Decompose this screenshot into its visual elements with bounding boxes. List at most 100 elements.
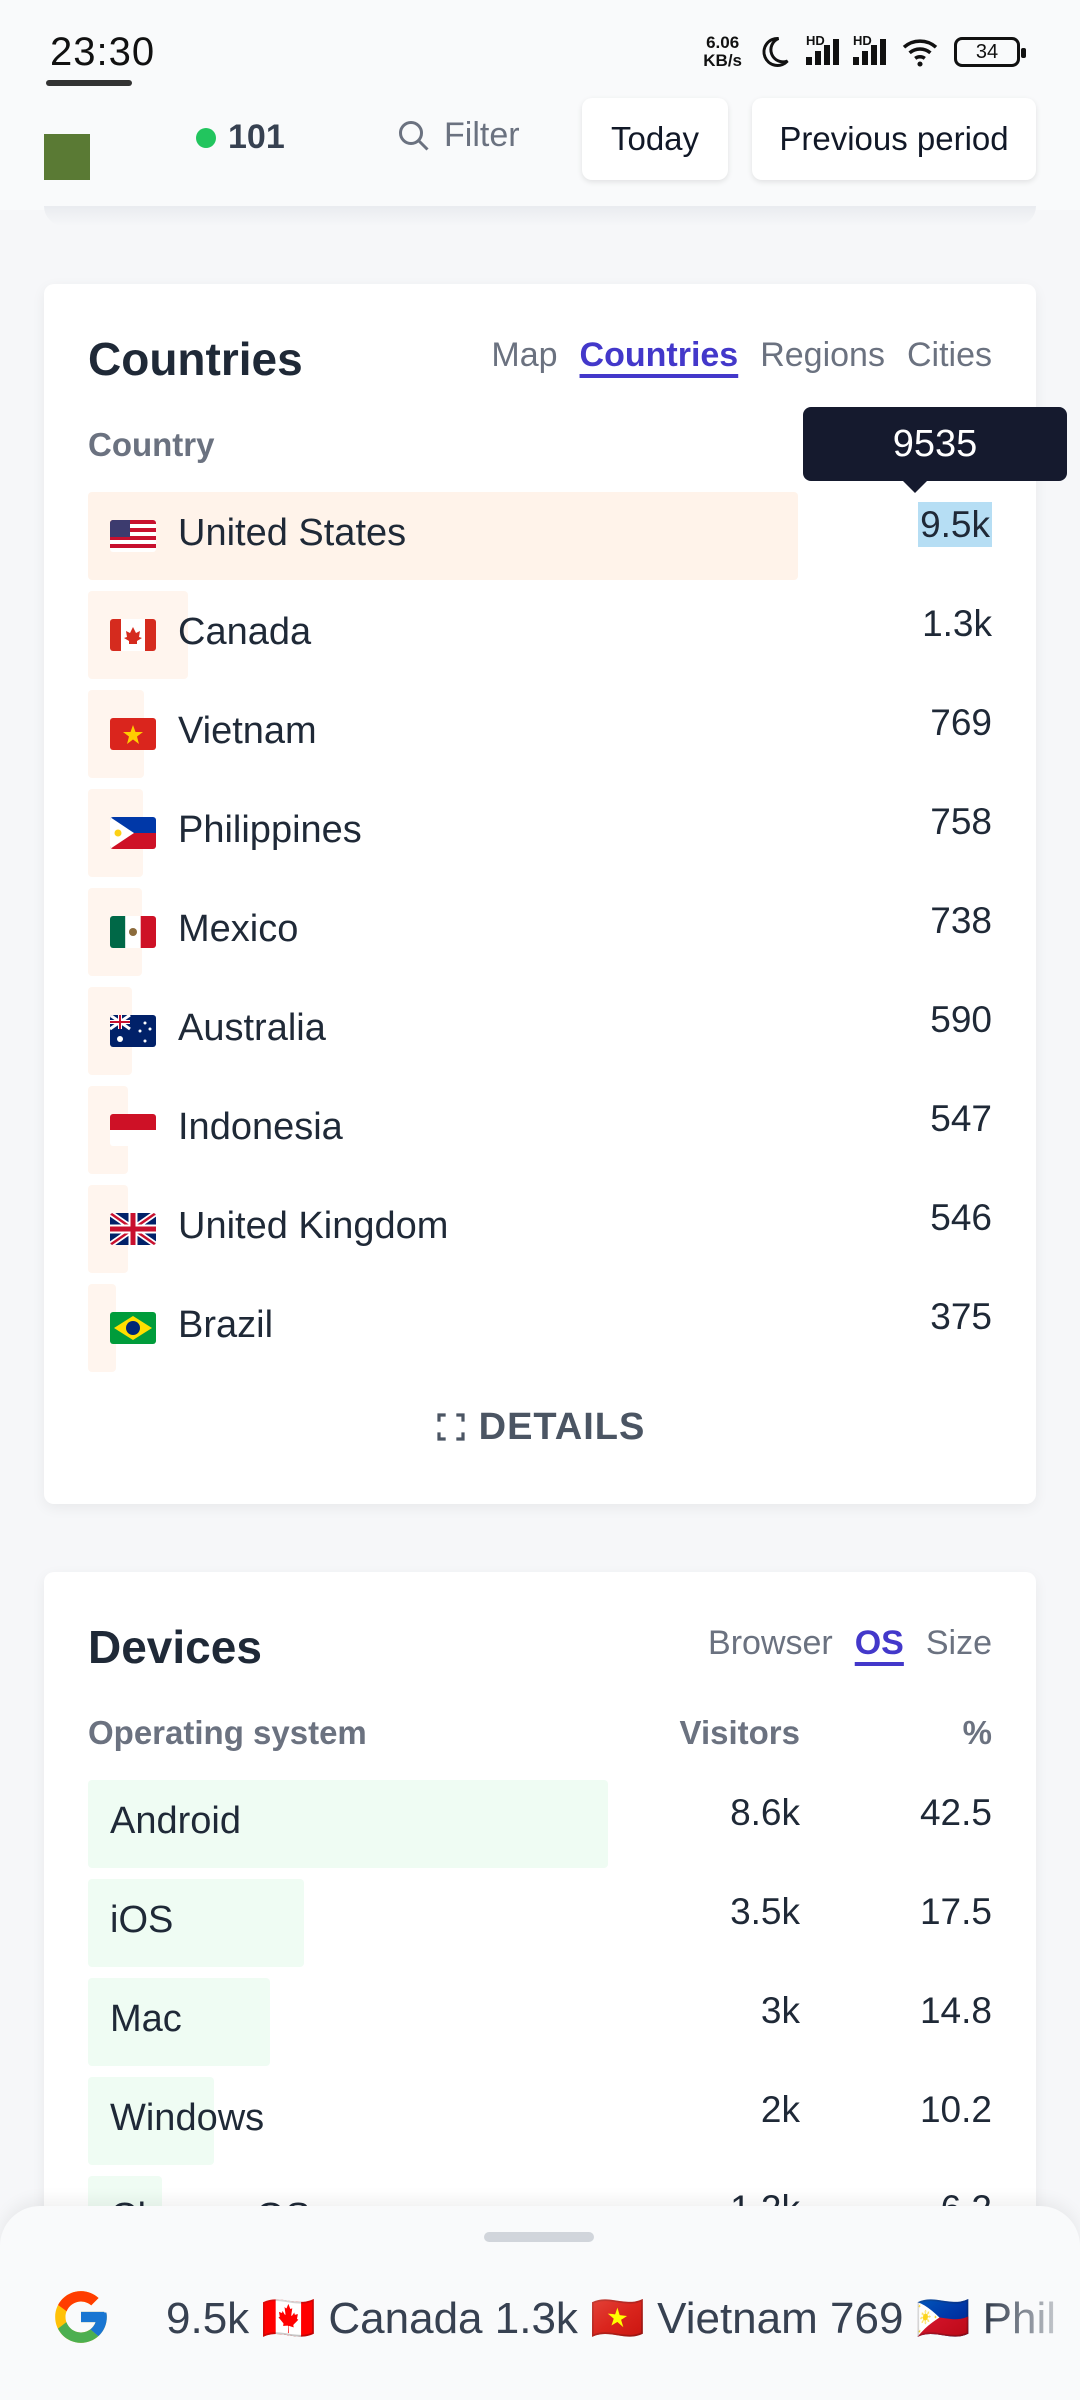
device-tabs: Browser OS Size [708, 1624, 992, 1663]
country-name: United States [178, 512, 407, 554]
moon-icon [762, 36, 789, 67]
table-row[interactable]: Brazil 375 [88, 1284, 992, 1374]
battery-icon: 34 [954, 37, 1026, 67]
site-logo[interactable] [44, 134, 90, 180]
filter-button[interactable]: Filter [396, 116, 520, 155]
date-range-button[interactable]: Today [582, 98, 728, 180]
signal-icon-2: HD [853, 33, 886, 65]
table-row[interactable]: United Kingdom 546 [88, 1185, 992, 1275]
country-column-header: Country [88, 426, 215, 463]
os-percent: 14.8 [919, 1990, 992, 2031]
os-visitors: 3k [760, 1990, 800, 2031]
country-name: Canada [178, 611, 312, 653]
wifi-icon [902, 39, 938, 67]
os-name: Mac [110, 1998, 182, 2040]
vn-flag-icon [110, 718, 156, 750]
visitors-column-header: Visitors [679, 1714, 800, 1751]
country-name: Philippines [178, 809, 362, 851]
table-row[interactable]: Indonesia 547 [88, 1086, 992, 1176]
hd-label: HD [806, 33, 825, 48]
os-name: iOS [110, 1899, 174, 1941]
bottom-sheet[interactable]: 9.5k 🇨🇦 Canada 1.3k 🇻🇳 Vietnam 769 🇵🇭 Ph… [0, 2206, 1080, 2400]
os-percent: 10.2 [919, 2089, 992, 2130]
os-column-header: Operating system [88, 1714, 367, 1751]
country-value-text: 9.5k [918, 502, 992, 547]
clock: 23:30 [50, 30, 156, 74]
os-name: Windows [110, 2097, 265, 2139]
top-filter-bar: 101 Filter Today Previous period [0, 90, 1080, 210]
table-row[interactable]: Philippines 758 [88, 789, 992, 879]
percent-column-header: % [962, 1714, 992, 1751]
hd-label-2: HD [853, 33, 872, 48]
country-name: Vietnam [178, 710, 317, 752]
country-value: 547 [930, 1098, 992, 1139]
signal-icon: HD [806, 33, 839, 65]
devices-title: Devices [88, 1621, 262, 1673]
country-value: 9.5k [918, 502, 992, 547]
tab-os[interactable]: OS [855, 1624, 904, 1663]
country-name: United Kingdom [178, 1205, 449, 1247]
ca-flag-icon [110, 619, 156, 651]
status-bar: 23:30 6.06 KB/s HD HD 34 [0, 0, 1080, 90]
table-row[interactable]: Windows 2k 10.2 [88, 2077, 992, 2167]
countries-title: Countries [88, 333, 303, 385]
network-speed-value: 6.06 [706, 33, 740, 52]
mx-flag-icon [110, 916, 156, 948]
table-row[interactable]: Australia 590 [88, 987, 992, 1077]
br-flag-icon [110, 1312, 156, 1344]
location-tabs: Map Countries Regions Cities [491, 336, 992, 375]
tab-size[interactable]: Size [926, 1624, 992, 1663]
table-row[interactable]: Mac 3k 14.8 [88, 1978, 992, 2068]
country-value: 546 [930, 1197, 992, 1238]
table-row[interactable]: Mexico 738 [88, 888, 992, 978]
network-speed: 6.06 KB/s [703, 34, 742, 70]
bottom-ticker: 9.5k 🇨🇦 Canada 1.3k 🇻🇳 Vietnam 769 🇵🇭 Ph… [166, 2294, 1057, 2343]
table-row[interactable]: iOS 3.5k 17.5 [88, 1879, 992, 1969]
live-dot-icon [196, 127, 216, 148]
os-percent: 17.5 [919, 1891, 992, 1932]
os-percent: 42.5 [919, 1792, 992, 1833]
tab-map[interactable]: Map [491, 336, 557, 375]
drag-handle[interactable] [484, 2232, 594, 2242]
search-icon [399, 120, 429, 151]
compare-button[interactable]: Previous period [752, 98, 1036, 180]
status-icons: 6.06 KB/s HD HD 34 [703, 33, 1026, 70]
country-name: Indonesia [178, 1106, 343, 1148]
clock-underline [46, 80, 132, 86]
filter-label: Filter [444, 116, 520, 154]
expand-icon [437, 1413, 465, 1441]
gb-flag-icon [110, 1213, 156, 1245]
au-flag-icon [110, 1015, 156, 1047]
country-value: 375 [930, 1296, 992, 1337]
tab-cities[interactable]: Cities [907, 336, 992, 375]
network-speed-unit: KB/s [703, 51, 742, 70]
value-tooltip: 9535 [803, 407, 1067, 493]
live-count: 101 [228, 118, 285, 156]
os-visitors: 2k [760, 2089, 800, 2130]
country-value: 758 [930, 801, 992, 842]
country-name: Brazil [178, 1304, 274, 1346]
table-row[interactable]: Canada 1.3k [88, 591, 992, 681]
country-name: Australia [178, 1007, 326, 1049]
table-row[interactable]: United States 9.5k [88, 492, 992, 582]
table-row[interactable]: Android 8.6k 42.5 [88, 1780, 992, 1870]
details-button[interactable]: DETAILS [44, 1406, 1036, 1449]
os-visitors: 3.5k [730, 1891, 800, 1932]
details-label: DETAILS [478, 1406, 646, 1448]
id-flag-icon [110, 1114, 156, 1146]
google-icon[interactable] [50, 2286, 112, 2348]
ph-flag-icon [110, 817, 156, 849]
devices-card: Devices Browser OS Size Operating system… [44, 1572, 1036, 2272]
table-row[interactable]: Vietnam 769 [88, 690, 992, 780]
tab-browser[interactable]: Browser [708, 1624, 833, 1663]
live-visitors[interactable]: 101 [196, 118, 285, 157]
country-value: 738 [930, 900, 992, 941]
country-value: 769 [930, 702, 992, 743]
topbar-shadow [44, 206, 1036, 226]
os-name: Android [110, 1800, 241, 1842]
us-flag-icon [110, 520, 156, 552]
tab-countries[interactable]: Countries [580, 336, 739, 375]
tab-regions[interactable]: Regions [760, 336, 885, 375]
country-value: 1.3k [922, 603, 992, 644]
country-value: 590 [930, 999, 992, 1040]
